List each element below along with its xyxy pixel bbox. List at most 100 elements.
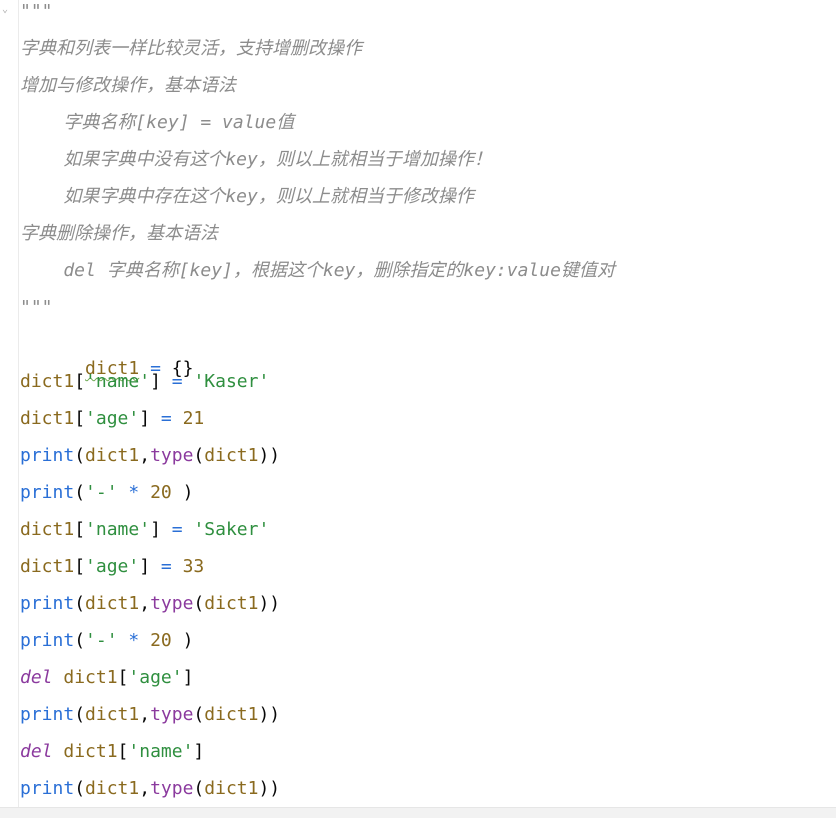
paren: ) (269, 593, 281, 614)
bracket: [ (117, 741, 129, 762)
builtin-print: print (20, 704, 75, 725)
comma: , (139, 445, 151, 466)
operator-assign: = (160, 408, 172, 429)
docstring-line: 字典名称[key] = value值 (20, 112, 295, 133)
builtin-type: type (150, 778, 194, 799)
identifier-dict1: dict1 (85, 778, 140, 799)
string-key: 'name' (85, 371, 151, 392)
bracket: ] (182, 667, 194, 688)
identifier-dict1: dict1 (85, 445, 140, 466)
operator-multiply: * (128, 630, 140, 651)
builtin-print: print (20, 445, 75, 466)
builtin-type: type (150, 704, 194, 725)
bracket: [ (117, 667, 129, 688)
string-key: 'age' (128, 667, 183, 688)
identifier-dict1: dict1 (20, 519, 75, 540)
paren: ) (182, 482, 194, 503)
operator-assign: = (171, 519, 183, 540)
code-line: del dict1['age'] (20, 666, 193, 703)
code-line: print(dict1,type(dict1)) (20, 444, 280, 481)
string-key: 'name' (128, 741, 194, 762)
paren: ( (74, 445, 86, 466)
string-dash: '-' (85, 482, 118, 503)
operator-multiply: * (128, 482, 140, 503)
paren: ( (74, 482, 86, 503)
fold-icon[interactable]: ⌄ (2, 4, 12, 16)
paren: ) (182, 630, 194, 651)
code-line: dict1['name'] = 'Saker' (20, 518, 269, 555)
number-literal: 33 (182, 556, 205, 577)
paren: ( (193, 445, 205, 466)
docstring-line: 增加与修改操作，基本语法 (20, 75, 236, 96)
string-value: 'Kaser' (193, 371, 270, 392)
operator-assign: = (171, 371, 183, 392)
builtin-type: type (150, 593, 194, 614)
code-line: dict1['age'] = 21 (20, 407, 204, 444)
docstring-line: 字典删除操作，基本语法 (20, 223, 218, 244)
identifier-dict1: dict1 (204, 704, 259, 725)
identifier-dict1: dict1 (85, 593, 140, 614)
keyword-del: del (20, 741, 53, 762)
number-literal: 20 (150, 482, 172, 503)
string-dash: '-' (85, 630, 118, 651)
paren: ) (269, 704, 281, 725)
identifier-dict1: dict1 (20, 556, 75, 577)
code-line: del dict1['name'] (20, 740, 204, 777)
code-line: dict1['age'] = 33 (20, 555, 204, 592)
bracket: ] (139, 556, 151, 577)
string-key: 'name' (85, 519, 151, 540)
docstring-line: 如果字典中存在这个key，则以上就相当于修改操作 (20, 186, 474, 207)
docstring-open: """ (20, 1, 53, 22)
paren: ( (74, 778, 86, 799)
docstring-line: 如果字典中没有这个key，则以上就相当于增加操作！ (20, 149, 492, 170)
docstring-close: """ (20, 297, 53, 318)
code-line: print(dict1,type(dict1)) (20, 703, 280, 740)
builtin-print: print (20, 778, 75, 799)
identifier-dict1: dict1 (204, 593, 259, 614)
paren: ) (258, 778, 270, 799)
identifier-dict1: dict1 (63, 667, 118, 688)
operator-assign: = (160, 556, 172, 577)
paren: ( (74, 704, 86, 725)
paren: ) (258, 445, 270, 466)
editor-gutter: ⌄ (0, 0, 19, 818)
code-line: print(dict1,type(dict1)) (20, 592, 280, 629)
docstring-line: 字典和列表一样比较灵活，支持增删改操作 (20, 38, 362, 59)
code-line: print('-' * 20 ) (20, 629, 193, 666)
code-line: dict1['name'] = 'Kaser' (20, 370, 269, 407)
bracket: [ (74, 519, 86, 540)
number-literal: 21 (182, 408, 205, 429)
number-literal: 20 (150, 630, 172, 651)
identifier-dict1: dict1 (85, 704, 140, 725)
docstring-line: del 字典名称[key]，根据这个key，删除指定的key:value键值对 (20, 260, 615, 281)
string-key: 'age' (85, 408, 140, 429)
bracket: ] (150, 371, 161, 392)
builtin-print: print (20, 482, 75, 503)
identifier-dict1: dict1 (204, 445, 259, 466)
code-editor[interactable]: ⌄ """ 字典和列表一样比较灵活，支持增删改操作 增加与修改操作，基本语法 字… (0, 0, 836, 818)
comma: , (139, 593, 151, 614)
identifier-dict1: dict1 (63, 741, 118, 762)
paren: ( (193, 704, 205, 725)
horizontal-scrollbar[interactable] (0, 807, 836, 818)
paren: ) (258, 704, 270, 725)
bracket: ] (139, 408, 151, 429)
bracket: [ (74, 556, 86, 577)
keyword-del: del (20, 667, 53, 688)
string-key: 'age' (85, 556, 140, 577)
comma: , (139, 778, 151, 799)
paren: ( (74, 630, 86, 651)
paren: ) (269, 778, 281, 799)
code-line: print('-' * 20 ) (20, 481, 193, 518)
paren: ( (193, 593, 205, 614)
identifier-dict1: dict1 (20, 371, 75, 392)
builtin-print: print (20, 630, 75, 651)
builtin-print: print (20, 593, 75, 614)
bracket: [ (74, 408, 86, 429)
paren: ) (258, 593, 270, 614)
identifier-dict1: dict1 (204, 778, 259, 799)
bracket: ] (193, 741, 205, 762)
code-line: dict1 = {} (20, 333, 193, 379)
paren: ( (74, 593, 86, 614)
bracket: [ (74, 371, 86, 392)
